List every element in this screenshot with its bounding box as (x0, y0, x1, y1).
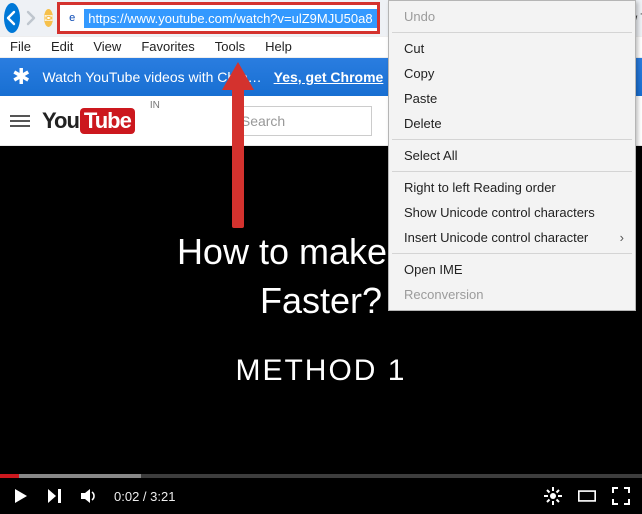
promo-text: Watch YouTube videos with Chro… (42, 69, 261, 85)
fullscreen-icon[interactable] (612, 487, 630, 505)
youtube-logo[interactable]: YouTube (42, 108, 135, 134)
menu-item-tools[interactable]: Tools (205, 37, 255, 57)
hamburger-icon[interactable] (10, 115, 30, 127)
time-display: 0:02 / 3:21 (114, 489, 175, 504)
next-icon[interactable] (46, 487, 64, 505)
url-text[interactable]: https://www.youtube.com/watch?v=ulZ9MJU5… (84, 9, 376, 28)
menu-item-view[interactable]: View (83, 37, 131, 57)
context-separator (392, 139, 632, 140)
menu-item-favorites[interactable]: Favorites (131, 37, 204, 57)
context-item-right-to-left-reading-order[interactable]: Right to left Reading order (390, 175, 634, 200)
progress-bar[interactable] (0, 474, 642, 478)
menu-item-file[interactable]: File (0, 37, 41, 57)
context-item-cut[interactable]: Cut (390, 36, 634, 61)
forward-button[interactable] (22, 3, 38, 33)
context-item-insert-unicode-control-character[interactable]: Insert Unicode control character (390, 225, 634, 250)
context-item-paste[interactable]: Paste (390, 86, 634, 111)
context-separator (392, 32, 632, 33)
context-separator (392, 171, 632, 172)
player-controls: 0:02 / 3:21 (0, 478, 642, 514)
settings-icon[interactable] (544, 487, 562, 505)
back-button[interactable] (4, 3, 20, 33)
country-code: IN (150, 100, 160, 111)
menu-item-edit[interactable]: Edit (41, 37, 83, 57)
context-item-delete[interactable]: Delete (390, 111, 634, 136)
star-icon: ✱ (12, 64, 30, 90)
progress-played (0, 474, 19, 478)
title-line2: Faster? (260, 277, 382, 326)
context-item-select-all[interactable]: Select All (390, 143, 634, 168)
context-item-open-ime[interactable]: Open IME (390, 257, 634, 282)
context-item-show-unicode-control-characters[interactable]: Show Unicode control characters (390, 200, 634, 225)
context-item-undo: Undo (390, 4, 634, 29)
context-item-copy[interactable]: Copy (390, 61, 634, 86)
address-bar[interactable]: e https://www.youtube.com/watch?v=ulZ9MJ… (57, 2, 379, 34)
title-method: METHOD 1 (235, 351, 406, 392)
context-separator (392, 253, 632, 254)
promo-link[interactable]: Yes, get Chrome (274, 69, 384, 85)
menu-item-help[interactable]: Help (255, 37, 302, 57)
volume-icon[interactable] (80, 487, 98, 505)
logo-you: You (42, 108, 79, 134)
context-menu: Undo CutCopyPasteDelete Select All Right to… (388, 0, 636, 311)
page-favicon: e (63, 9, 81, 27)
logo-tube: Tube (80, 108, 135, 134)
progress-buffered (0, 474, 141, 478)
theater-icon[interactable] (578, 487, 596, 505)
play-icon[interactable] (12, 487, 30, 505)
notifier-badge[interactable]: ✉ (44, 9, 53, 27)
search-input[interactable]: SSearchearch (232, 106, 372, 136)
context-item-reconversion: Reconversion (390, 282, 634, 307)
